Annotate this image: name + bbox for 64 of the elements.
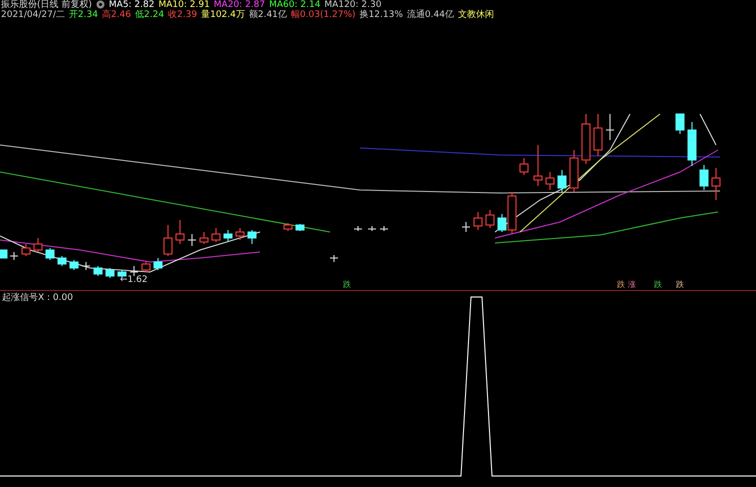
quote-value: 额2.41亿	[248, 10, 287, 20]
candlestick	[474, 212, 482, 230]
quote-value: 文教休闲	[458, 10, 494, 20]
candlestick	[700, 164, 708, 190]
signal-marker: 跌	[343, 281, 351, 289]
candlestick	[176, 220, 184, 244]
candlestick	[224, 230, 232, 242]
candlestick	[688, 122, 696, 166]
candlestick	[354, 226, 362, 232]
candlestick	[606, 114, 614, 140]
candlestick	[58, 256, 66, 266]
quote-value: 开2.34	[68, 10, 98, 20]
signal-marker: 涨	[628, 281, 636, 289]
candlestick	[82, 262, 90, 270]
candlestick	[70, 260, 78, 270]
quote-value: 幅0.03(1.27%)	[290, 10, 356, 20]
signal-marker: 跌	[617, 281, 625, 289]
candlestick	[236, 228, 244, 240]
moving-average-value: MA5: 2.82	[108, 0, 154, 10]
candlestick	[0, 250, 8, 258]
candlestick	[534, 144, 542, 186]
candlestick	[380, 226, 388, 232]
candlestick	[462, 222, 470, 232]
candlestick	[570, 150, 578, 192]
quote-value: 流通0.44亿	[406, 10, 454, 20]
candlestick	[676, 114, 684, 134]
indicator-label: 起涨信号X : 0.00	[2, 293, 73, 303]
signal-marker: 跌	[676, 281, 684, 289]
quote-value: 量102.4万	[201, 10, 245, 20]
candlestick	[34, 238, 42, 252]
candlestick	[46, 248, 54, 260]
candlestick	[582, 114, 590, 164]
moving-average-value: MA120: 2.30	[324, 0, 382, 10]
signal-marker: 跌	[654, 281, 662, 289]
candlestick	[22, 244, 30, 256]
candlestick	[94, 266, 102, 276]
candlestick	[130, 266, 138, 276]
moving-average-value: MA20: 2.87	[214, 0, 266, 10]
candlestick	[558, 170, 566, 192]
candlestick	[200, 232, 208, 244]
moving-average-value: MA60: 2.14	[269, 0, 320, 10]
candlestick	[142, 262, 150, 272]
candlestick	[248, 230, 256, 244]
candlestick	[594, 114, 602, 156]
candlestick	[546, 172, 554, 190]
quote-value: 换12.13%	[360, 10, 403, 20]
candlestick	[212, 228, 220, 242]
candlestick	[330, 254, 338, 262]
moving-average-value: MA10: 2.91	[158, 0, 210, 10]
candlestick	[520, 158, 528, 176]
candlestick	[486, 210, 494, 228]
quote-value: 2021/04/27/二	[1, 10, 65, 20]
candlestick	[106, 268, 114, 278]
quote-value: 低2.24	[135, 10, 164, 20]
quote-value: 高2.46	[102, 10, 131, 20]
low-price-label: ←1.62	[120, 276, 148, 285]
candlestick	[368, 226, 376, 232]
candlestick	[284, 222, 292, 232]
quote-value: 收2.39	[168, 10, 198, 20]
settings-icon[interactable]	[96, 0, 105, 9]
candlestick	[712, 168, 720, 200]
candlestick	[188, 234, 196, 246]
candlestick	[296, 224, 304, 232]
candlestick	[10, 252, 18, 260]
